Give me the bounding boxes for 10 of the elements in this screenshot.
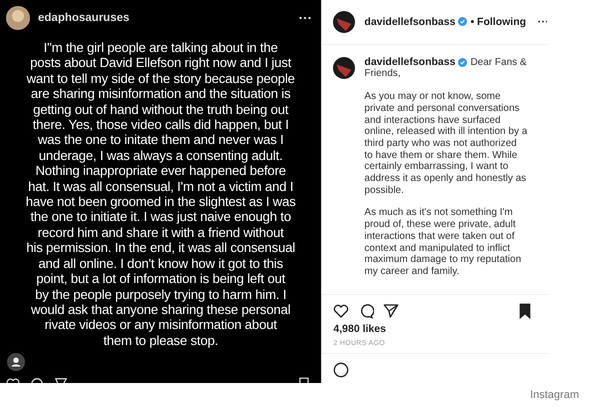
caption-text: As you may or not know, some private and personal conversations and interactions have surfaced online, released with ill intention by a third party who was not authorized to have them or share them. While certainly embarrassing, I want to address it as openly and honestly as possible. [364, 91, 528, 196]
username[interactable]: edaphosauruses [38, 12, 130, 24]
post-text: I"m the girl people are talking about in the posts about David Ellefson right now and I just want to tell my side of the story because people are sharing misinformation and the situation is getting out of hand without the truth being out there. Yes, those video calls did happen, but I was the one to initate them and never was I underage, I was always a consenting adult. Nothing inappropriate ever happened before hat. It was all consensual, I'm not a victim and I have not been groomed in the slightest as I was the one to initiate it. I was just naive enough to record him and share it with a friend without his permission. In the end, it was all consensual and all online. I don't know how it got to this point, but a lot of information is being left out by the people purposely trying to harm him. I would ask that anyone sharing these personal rivate videos or any misinformation about them to please stop. [24, 40, 297, 348]
caption-text: As much as it's not something I'm proud of, these were private, adult interactions that were taken out of context and manipulated to inflict maximum damage to my reputation my career and family. [364, 207, 522, 278]
username[interactable]: davidellefsonbass [364, 56, 456, 68]
username[interactable]: davidellefsonbass [364, 16, 456, 28]
follow-status[interactable]: • Following [470, 16, 526, 28]
image-credit: Instagram [530, 389, 579, 401]
caption-text: davidellefsonbass Dear Fans & Friends, [364, 56, 528, 80]
like-count[interactable]: 4,980 likes [322, 319, 547, 335]
